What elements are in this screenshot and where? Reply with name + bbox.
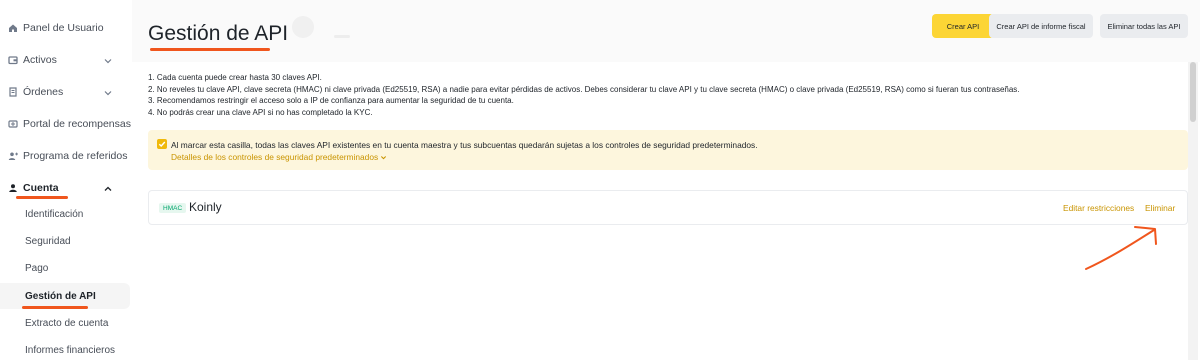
security-controls-banner: Al marcar esta casilla, todas las claves… <box>148 130 1188 170</box>
note-line: 2. No reveles tu clave API, clave secret… <box>148 84 1020 94</box>
create-tax-api-button[interactable]: Crear API de informe fiscal <box>989 14 1093 38</box>
annotation-arrow <box>1085 226 1157 270</box>
security-controls-details-label: Detalles de los controles de seguridad p… <box>171 152 379 162</box>
api-key-name: Koinly <box>189 200 222 214</box>
faded-avatar <box>292 16 314 38</box>
security-controls-details-link[interactable]: Detalles de los controles de seguridad p… <box>171 152 387 162</box>
api-type-badge: HMAC <box>159 203 187 213</box>
sidebar-item-label: Activos <box>23 54 57 66</box>
chevron-down-icon <box>104 56 112 64</box>
sidebar-item-label: Programa de referidos <box>23 150 128 162</box>
sidebar-item-label: Órdenes <box>23 86 64 98</box>
sidebar-subitem-label: Gestión de API <box>25 290 96 302</box>
sidebar-subitem-financial-reports[interactable]: Informes financieros <box>0 337 130 360</box>
add-user-icon <box>8 151 18 161</box>
annotation-underline-api-management <box>22 306 88 309</box>
page-title: Gestión de API <box>148 22 289 45</box>
delete-all-api-button[interactable]: Eliminar todas las API <box>1100 14 1188 38</box>
chevron-down-icon <box>381 155 387 159</box>
sidebar-item-orders[interactable]: Órdenes <box>0 77 132 107</box>
chevron-down-icon <box>104 88 112 96</box>
edit-restrictions-link[interactable]: Editar restricciones <box>1063 203 1134 213</box>
faded-placeholder <box>334 35 350 38</box>
delete-api-link[interactable]: Eliminar <box>1145 203 1175 213</box>
home-icon <box>8 23 18 33</box>
sidebar-item-rewards[interactable]: Portal de recompensas <box>0 109 132 139</box>
rewards-icon <box>8 119 18 129</box>
chevron-up-icon <box>104 184 112 192</box>
checkmark-icon <box>158 141 166 148</box>
sidebar-subitem-identification[interactable]: Identificación <box>0 201 130 227</box>
api-key-card: HMAC Koinly Editar restricciones Elimina… <box>148 190 1188 225</box>
orders-icon <box>8 87 18 97</box>
wallet-icon <box>8 55 18 65</box>
sidebar-item-referrals[interactable]: Programa de referidos <box>0 141 132 171</box>
sidebar-item-assets[interactable]: Activos <box>0 45 132 75</box>
security-controls-checkbox[interactable] <box>157 139 167 149</box>
api-notes: 1. Cada cuenta puede crear hasta 30 clav… <box>148 72 1020 118</box>
user-icon <box>8 183 18 193</box>
sidebar-subitem-label: Informes financieros <box>25 344 116 356</box>
sidebar-item-dashboard[interactable]: Panel de Usuario <box>0 13 132 43</box>
sidebar-item-label: Cuenta <box>23 182 59 194</box>
security-controls-text: Al marcar esta casilla, todas las claves… <box>171 140 758 150</box>
sidebar-subitem-label: Extracto de cuenta <box>25 317 109 329</box>
sidebar-subitem-label: Identificación <box>25 208 84 220</box>
sidebar-subitem-payment[interactable]: Pago <box>0 255 130 281</box>
note-line: 4. No podrás crear una clave API si no h… <box>148 107 373 117</box>
sidebar-item-label: Panel de Usuario <box>23 22 104 34</box>
note-line: 1. Cada cuenta puede crear hasta 30 clav… <box>148 73 322 82</box>
scrollbar-thumb[interactable] <box>1190 62 1196 122</box>
annotation-underline-account <box>16 196 68 199</box>
create-api-button[interactable]: Crear API <box>932 14 994 38</box>
note-line: 3. Recomendamos restringir el acceso sol… <box>148 96 514 106</box>
sidebar-subitem-label: Pago <box>25 262 49 274</box>
sidebar-subitem-account-statement[interactable]: Extracto de cuenta <box>0 310 130 336</box>
sidebar-subitem-label: Seguridad <box>25 235 71 247</box>
annotation-underline-title <box>150 48 270 51</box>
sidebar-item-label: Portal de recompensas <box>23 118 131 130</box>
sidebar-subitem-security[interactable]: Seguridad <box>0 228 130 254</box>
